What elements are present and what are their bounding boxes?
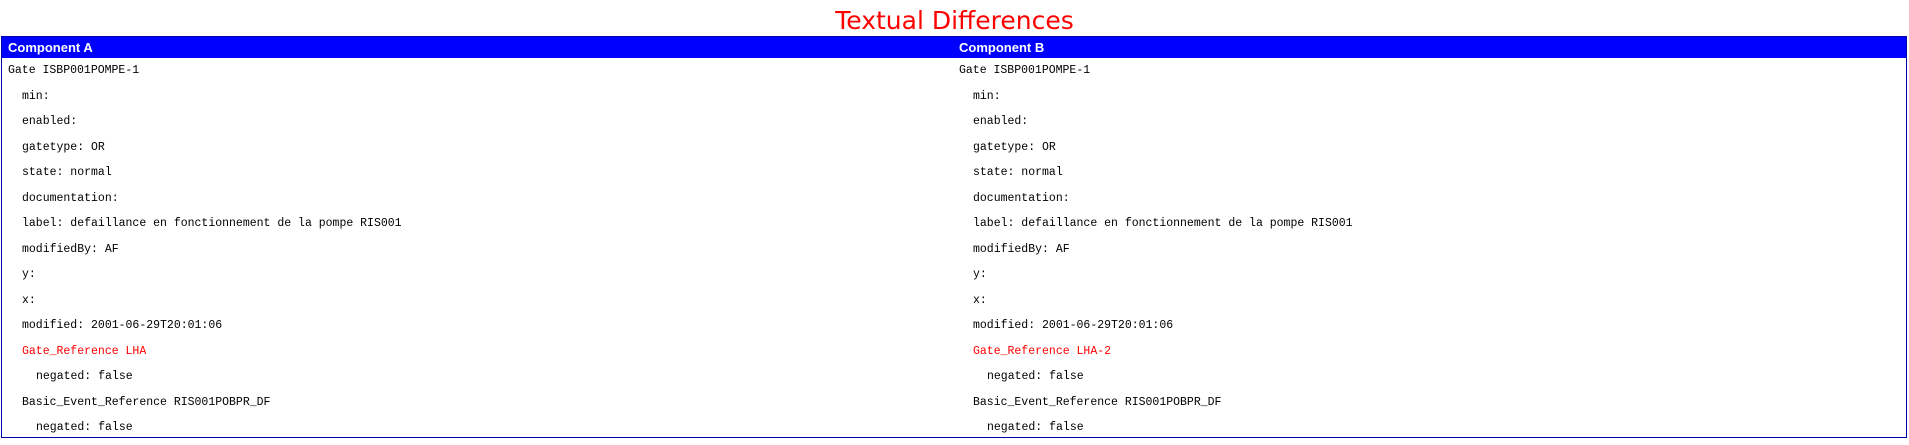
component-a-column: Gate ISBP001POMPE-1 min: enabled: gatetype:… (2, 58, 953, 441)
component-a-line: min: (22, 89, 50, 103)
component-b-line: min: (973, 89, 1001, 103)
component-a-line: Gate ISBP001POMPE-1 (8, 64, 140, 77)
component-b-line: state: normal (973, 166, 1063, 179)
component-b-column: Gate ISBP001POMPE-1 min: enabled: gatetype:… (953, 58, 1906, 441)
component-b-line: gatetype: OR (973, 140, 1056, 154)
component-b-line: documentation: (973, 191, 1070, 205)
component-b-header: Component B (959, 40, 1045, 55)
component-b-line: Gate ISBP001POMPE-1 (959, 64, 1091, 77)
component-a-line: modified: 2001-06-29T20:01:06 (22, 319, 223, 332)
component-a-line: label: defaillance en fonctionnement de … (22, 217, 402, 230)
diff-table: Component A Component B Gate ISBP001POMP… (1, 36, 1907, 438)
component-a-line: x: (22, 293, 36, 307)
component-b-line: y: (973, 268, 987, 281)
component-a-line: modifiedBy: AF (22, 242, 119, 256)
component-b-line: label: defaillance en fonctionnement de … (973, 217, 1353, 230)
component-b-line: enabled: (973, 115, 1029, 128)
component-b-line: x: (973, 293, 987, 307)
component-a-line: state: normal (22, 166, 112, 179)
diff-header-row: Component A Component B (2, 37, 1906, 58)
component-b-line: modified: 2001-06-29T20:01:06 (973, 319, 1174, 332)
component-a-changed-line: Gate_Reference LHA (22, 344, 147, 358)
component-a-header: Component A (8, 40, 93, 55)
component-a-line: enabled: (22, 115, 78, 128)
component-b-changed-line: Gate_Reference LHA-2 (973, 344, 1112, 358)
component-a-line: Basic_Event_Reference RIS001POBPR_DF (22, 395, 271, 409)
page-title: Textual Differences (835, 6, 1074, 35)
diff-body-row: Gate ISBP001POMPE-1 min: enabled: gatetype:… (2, 58, 1906, 441)
component-b-line: negated: false (987, 370, 1084, 383)
component-a-line: negated: false (36, 421, 133, 434)
component-b-line: modifiedBy: AF (973, 242, 1070, 256)
component-b-line: Basic_Event_Reference RIS001POBPR_DF (973, 395, 1222, 409)
component-b-line: negated: false (987, 421, 1084, 434)
component-a-line: documentation: (22, 191, 119, 205)
component-a-line: gatetype: OR (22, 140, 105, 154)
component-a-line: y: (22, 268, 36, 281)
component-a-line: negated: false (36, 370, 133, 383)
